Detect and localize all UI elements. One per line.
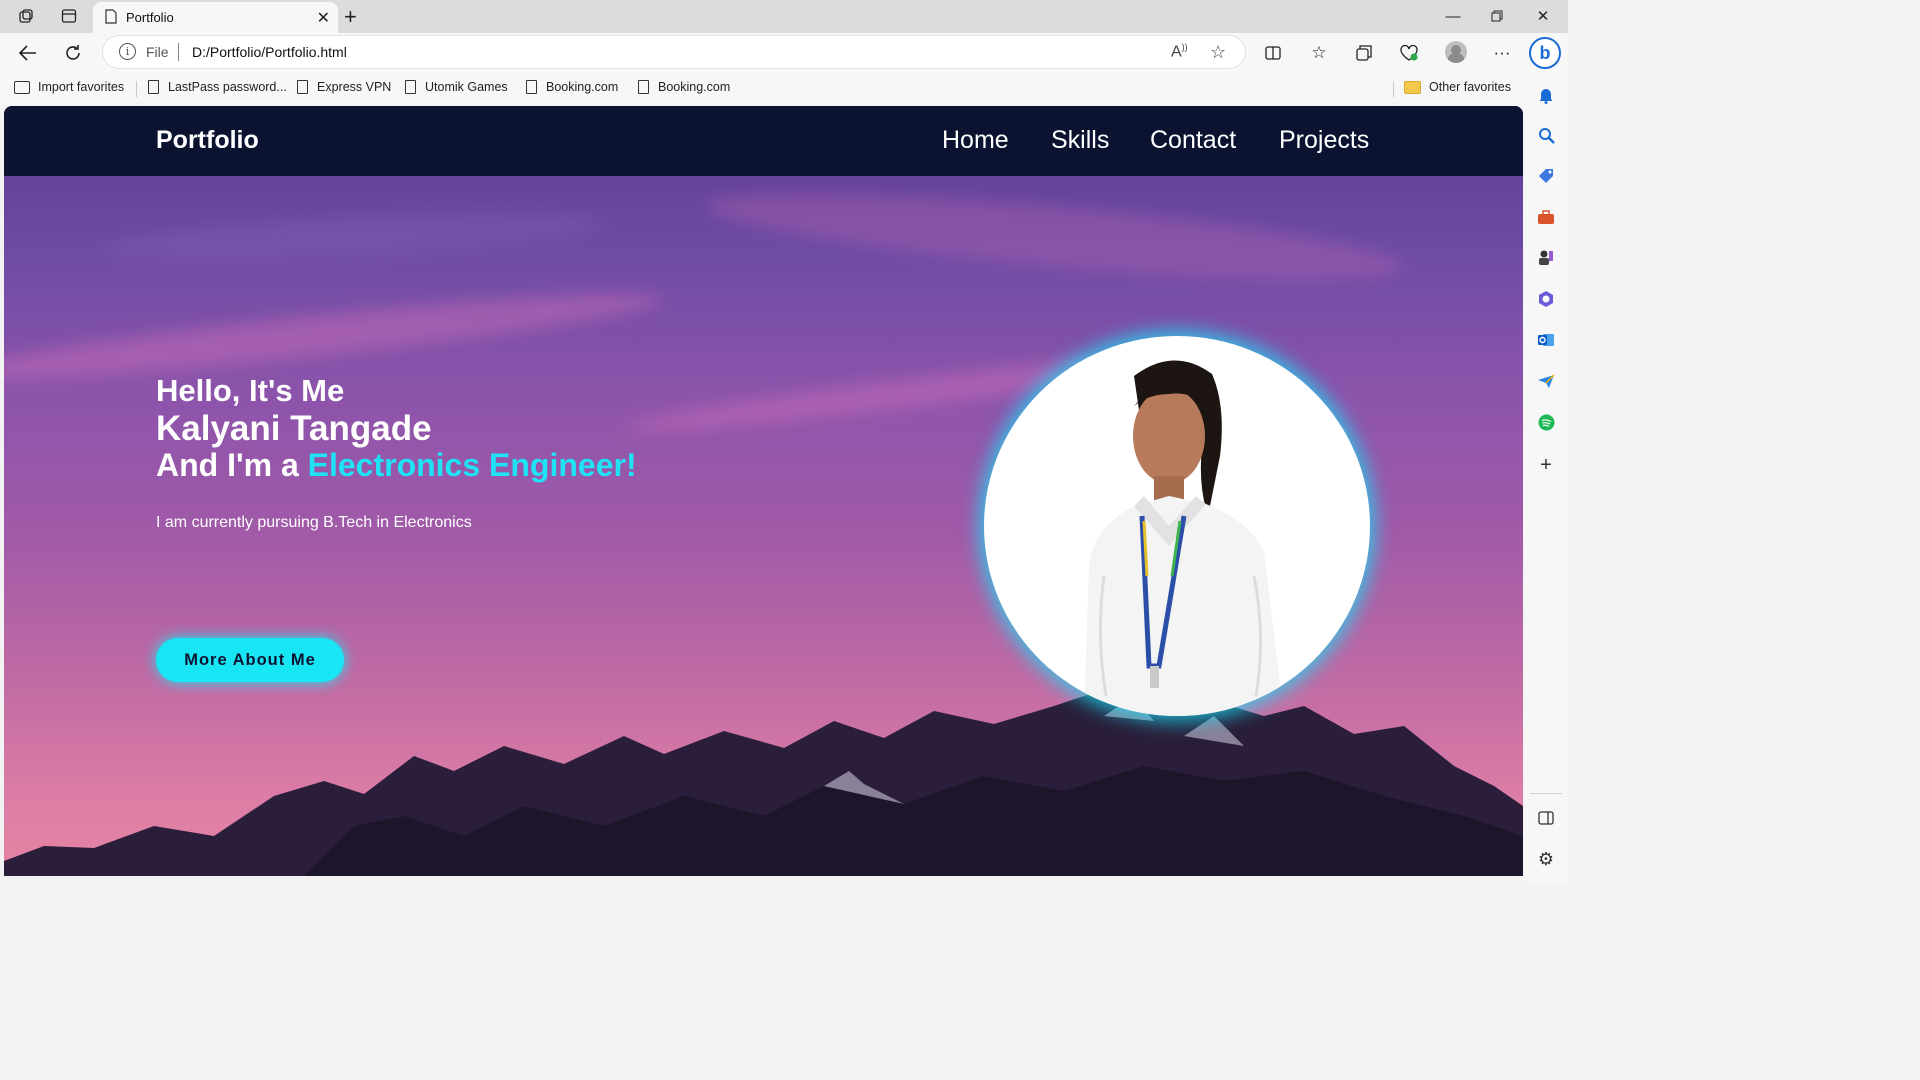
nav-home[interactable]: Home	[942, 126, 1009, 155]
notification-bell-icon[interactable]	[1536, 85, 1556, 105]
site-brand[interactable]: Portfolio	[156, 126, 259, 155]
address-bar[interactable]: i File D:/Portfolio/Portfolio.html A)) ☆	[103, 36, 1245, 68]
favorite-item[interactable]: Booking.com	[638, 80, 730, 94]
hero-role: And I'm a Electronics Engineer!	[156, 447, 637, 484]
workspaces-icon[interactable]	[12, 4, 40, 28]
outlook-icon[interactable]	[1536, 330, 1556, 350]
search-icon[interactable]	[1536, 125, 1556, 145]
favorites-bar: Import favorites LastPass password... Ex…	[0, 73, 1524, 103]
page-icon	[105, 8, 117, 27]
favorite-label: Import favorites	[38, 80, 125, 94]
page-icon	[297, 80, 308, 94]
hero-role-accent: Electronics Engineer!	[307, 447, 637, 483]
tab-actions-icon[interactable]	[55, 4, 83, 28]
settings-gear-icon[interactable]: ⚙	[1536, 849, 1556, 869]
sky-cloud	[702, 175, 1406, 297]
favorite-label: LastPass password...	[168, 80, 287, 94]
back-icon[interactable]	[13, 39, 43, 67]
favorite-import[interactable]: Import favorites	[14, 80, 124, 94]
nav-skills[interactable]: Skills	[1051, 126, 1109, 155]
other-favorites[interactable]: Other favorites	[1404, 80, 1511, 94]
page-icon	[148, 80, 159, 94]
mountain-silhouette	[4, 676, 1523, 876]
new-tab-icon[interactable]: +	[344, 4, 357, 30]
nav-projects[interactable]: Projects	[1279, 126, 1369, 155]
divider	[1530, 793, 1562, 794]
favorite-label: Express VPN	[317, 80, 392, 94]
info-icon[interactable]: i	[119, 43, 136, 60]
games-icon[interactable]	[1536, 248, 1556, 268]
tab-title: Portfolio	[126, 10, 174, 25]
microsoft-365-icon[interactable]	[1536, 289, 1556, 309]
hero-description: I am currently pursuing B.Tech in Electr…	[156, 514, 472, 531]
minimize-icon[interactable]: —	[1430, 4, 1476, 28]
edge-sidebar: + ⚙	[1524, 73, 1568, 882]
more-about-me-button[interactable]: More About Me	[156, 638, 344, 682]
close-tab-icon[interactable]: ✕	[317, 8, 330, 28]
divider	[178, 43, 179, 61]
sky-cloud	[103, 202, 605, 270]
read-aloud-icon[interactable]: A))	[1171, 42, 1188, 61]
add-icon[interactable]: +	[1536, 454, 1556, 476]
favorites-icon[interactable]: ☆	[1304, 39, 1334, 67]
web-page: Portfolio Home Skills Contact Projects H…	[4, 106, 1523, 876]
favorite-label: Utomik Games	[425, 80, 508, 94]
favorite-item[interactable]: Express VPN	[297, 80, 391, 94]
profile-avatar[interactable]	[1445, 41, 1467, 63]
send-icon[interactable]	[1536, 371, 1556, 391]
person-illustration	[1084, 360, 1284, 716]
more-options-icon[interactable]: ···	[1487, 39, 1517, 67]
divider	[136, 81, 137, 97]
close-window-icon[interactable]: ✕	[1520, 4, 1566, 28]
favorite-item[interactable]: Booking.com	[526, 80, 618, 94]
bing-copilot-icon[interactable]: b	[1529, 37, 1561, 69]
hero-name: Kalyani Tangade	[156, 409, 432, 448]
favorite-star-icon[interactable]: ☆	[1210, 42, 1226, 63]
url-scheme: File	[146, 44, 169, 60]
site-navbar: Portfolio Home Skills Contact Projects	[4, 106, 1523, 176]
browser-essentials-icon[interactable]	[1394, 39, 1424, 67]
url-text[interactable]: D:/Portfolio/Portfolio.html	[192, 44, 347, 60]
hero-greeting: Hello, It's Me	[156, 373, 345, 408]
shopping-tag-icon[interactable]	[1536, 166, 1556, 186]
address-bar-row: i File D:/Portfolio/Portfolio.html A)) ☆…	[0, 33, 1568, 73]
tab-portfolio[interactable]: Portfolio ✕	[93, 2, 338, 33]
title-bar: Portfolio ✕ + — ✕	[0, 0, 1568, 33]
favorite-label: Booking.com	[658, 80, 731, 94]
page-icon	[638, 80, 649, 94]
restore-icon[interactable]	[1474, 4, 1520, 28]
favorite-item[interactable]: Utomik Games	[405, 80, 508, 94]
spotify-icon[interactable]	[1536, 412, 1556, 432]
split-screen-icon[interactable]	[1258, 39, 1288, 67]
nav-contact[interactable]: Contact	[1150, 126, 1236, 155]
page-icon	[526, 80, 537, 94]
refresh-icon[interactable]	[58, 39, 88, 67]
favorite-item[interactable]: LastPass password...	[148, 80, 287, 94]
folder-icon	[1404, 80, 1421, 94]
import-icon	[14, 80, 30, 94]
tools-briefcase-icon[interactable]	[1536, 207, 1556, 227]
page-icon	[405, 80, 416, 94]
divider	[1393, 81, 1394, 97]
favorite-label: Other favorites	[1429, 80, 1511, 94]
collections-icon[interactable]	[1349, 39, 1379, 67]
hide-sidebar-icon[interactable]	[1536, 808, 1556, 828]
profile-photo	[984, 336, 1370, 716]
favorite-label: Booking.com	[546, 80, 619, 94]
hero-role-prefix: And I'm a	[156, 447, 308, 483]
